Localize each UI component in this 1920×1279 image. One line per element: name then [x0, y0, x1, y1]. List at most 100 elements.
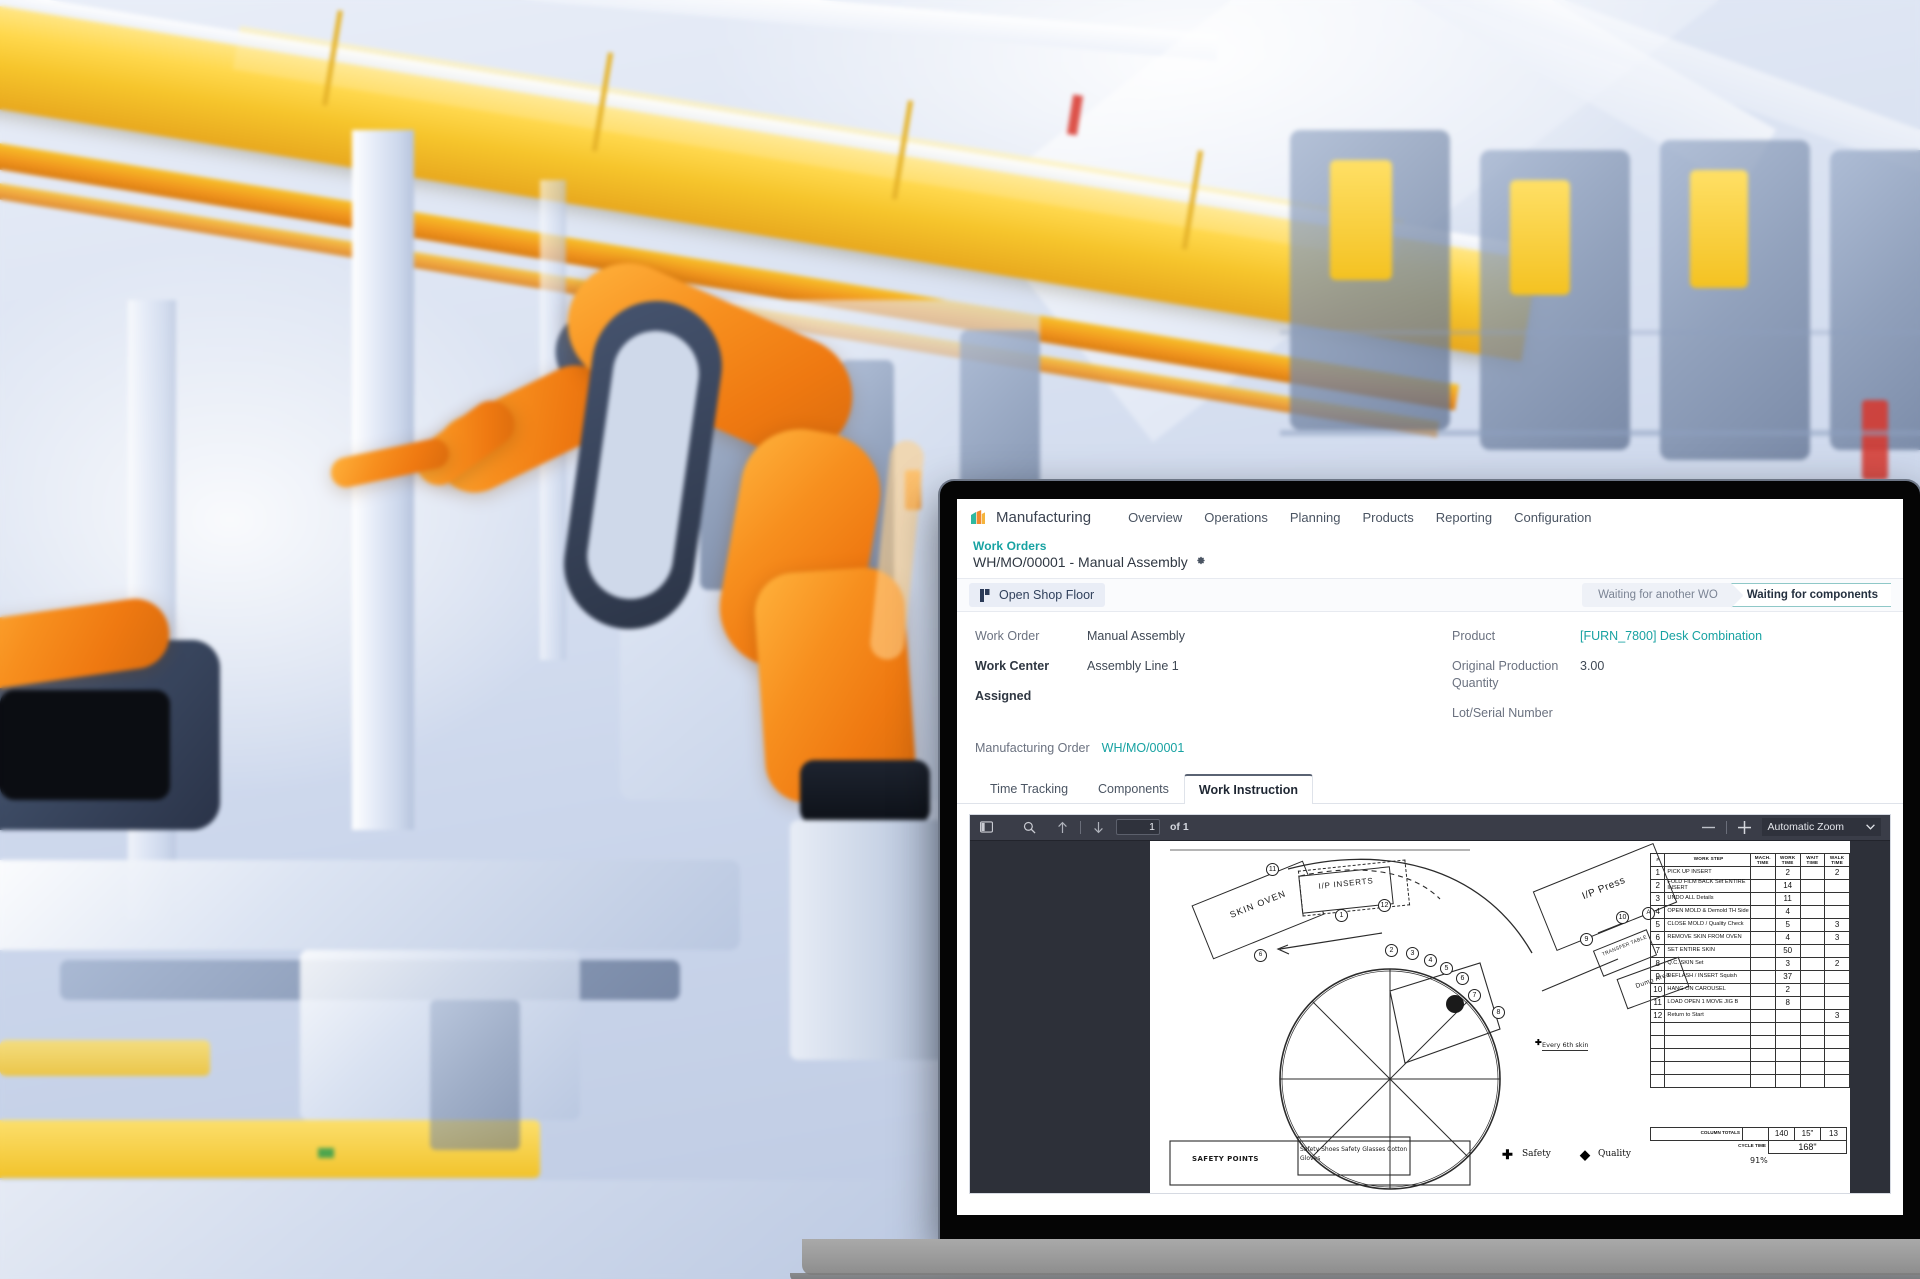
nav-item-configuration[interactable]: Configuration [1503, 506, 1602, 529]
cell-step-description: LOAD OPEN 1 MOVE JIG B [1664, 995, 1751, 1010]
sidebar-toggle-icon[interactable] [979, 820, 994, 835]
status-step-waiting-components[interactable]: Waiting for components [1730, 583, 1891, 608]
pdf-toolbar: 1 of 1 Automatic Zoom [970, 814, 1890, 841]
table-row: 3 UNDO ALL Details 11 [1649, 891, 1850, 906]
safety-mark-annotation: ✚ [1535, 1037, 1542, 1047]
nav-item-reporting[interactable]: Reporting [1425, 506, 1503, 529]
cell-blank [1824, 1047, 1850, 1062]
cell-wait-time [1799, 930, 1826, 945]
carousel-position: 12 [1378, 898, 1391, 912]
cell-wait-time [1799, 956, 1826, 971]
cell-step-number: 9 [1649, 969, 1666, 984]
cell-step-number: 5 [1649, 917, 1666, 932]
cell-walk-time: 3 [1824, 917, 1850, 932]
field-value[interactable]: Manual Assembly [1087, 628, 1185, 645]
cell-blank [1749, 1060, 1776, 1075]
breadcrumb-parent[interactable]: Work Orders [973, 539, 1887, 553]
pdf-zoom-label: Automatic Zoom [1767, 821, 1844, 833]
table-row: 2 FOLD FILM BACK Set ENTIRE INSERT 14 [1649, 878, 1850, 893]
status-step-waiting-another-wo[interactable]: Waiting for another WO [1582, 583, 1743, 607]
gear-icon[interactable] [1195, 555, 1206, 569]
search-icon[interactable] [1022, 820, 1037, 835]
cell-walk-time: 2 [1824, 956, 1850, 971]
field-label: Manufacturing Order [975, 740, 1090, 755]
cell-walk-time: 2 [1824, 865, 1850, 880]
field-value[interactable]: 3.00 [1580, 658, 1604, 675]
field-value[interactable]: Assembly Line 1 [1087, 658, 1179, 675]
cell-wait-time [1799, 865, 1826, 880]
arrow-down-icon[interactable] [1091, 820, 1106, 835]
cell-blank [1824, 1073, 1850, 1088]
field-label: Work Center [975, 658, 1050, 673]
control-bar: Open Shop Floor Waiting for another WO W… [957, 578, 1903, 612]
field-product: Product [FURN_7800] Desk Combination [1452, 628, 1885, 645]
legend-quality-text: Quality [1598, 1148, 1631, 1159]
cell-mach-time [1749, 995, 1776, 1010]
cell-mach-time [1749, 878, 1776, 893]
carousel-position: 10 [1616, 910, 1629, 924]
pdf-page-input[interactable]: 1 [1116, 819, 1160, 835]
col-header-work-time: WORK TIME [1774, 852, 1801, 867]
carousel-position: 8 [1492, 1005, 1505, 1019]
tab-work-instruction[interactable]: Work Instruction [1183, 773, 1313, 804]
cell-work-time: 14 [1774, 878, 1801, 893]
cell-work-time: 2 [1774, 982, 1801, 997]
cell-blank [1749, 1047, 1776, 1062]
carousel-position: 7 [1468, 988, 1481, 1002]
table-header-row: # WORK STEP MACH. TIME WORK TIME WAIT TI… [1649, 852, 1850, 867]
table-row: 10 HANG ON CAROUSEL 2 [1649, 982, 1850, 997]
carousel-position: 11 [1266, 862, 1279, 876]
cell-wait-time [1799, 943, 1826, 958]
cell-step-description: DEFLASH / INSERT Squish [1664, 969, 1751, 984]
field-value[interactable]: WH/MO/00001 [1102, 741, 1185, 755]
legend-safety-mark: ✚ [1502, 1146, 1513, 1162]
app-brand[interactable]: Manufacturing [971, 509, 1091, 526]
cell-wait-time [1799, 878, 1826, 893]
table-row: 8 Q.C. SKIN Set 3 2 [1649, 956, 1850, 971]
cell-walk-time [1824, 891, 1850, 906]
field-value[interactable]: [FURN_7800] Desk Combination [1580, 628, 1762, 645]
carousel-position: 6 [1254, 948, 1267, 962]
carousel-position: 6 [1456, 971, 1469, 985]
tab-components[interactable]: Components [1083, 774, 1184, 804]
cell-step-description: CLOSE MOLD / Quality Check [1664, 917, 1751, 932]
cell-mach-time [1749, 891, 1776, 906]
nav-item-overview[interactable]: Overview [1117, 506, 1193, 529]
pdf-zoom-select[interactable]: Automatic Zoom [1761, 818, 1881, 836]
cell-step-number: 2 [1649, 878, 1666, 893]
cell-wait-time [1799, 891, 1826, 906]
cell-mach-time [1749, 865, 1776, 880]
cell-blank [1799, 1047, 1826, 1062]
toolbar-divider [1725, 820, 1727, 834]
cell-work-time: 50 [1774, 943, 1801, 958]
totals-label: COLUMN TOTALS [1650, 1126, 1743, 1141]
carousel-position: 4 [1424, 953, 1437, 967]
form-col-right: Product [FURN_7800] Desk Combination Ori… [1452, 628, 1885, 735]
field-original-production-quantity: Original Production Quantity 3.00 [1452, 658, 1885, 692]
cell-work-time: 37 [1774, 969, 1801, 984]
toolbar-divider [1080, 820, 1081, 834]
tab-time-tracking[interactable]: Time Tracking [975, 774, 1083, 804]
pdf-canvas[interactable]: SKIN OVEN I/P INSERTS I/P Press TRANSFER… [970, 840, 1890, 1193]
nav-item-products[interactable]: Products [1351, 506, 1424, 529]
plus-icon[interactable] [1737, 820, 1752, 835]
table-row: 11 LOAD OPEN 1 MOVE JIG B 8 [1649, 995, 1850, 1010]
totals-work: 140 [1768, 1126, 1795, 1141]
work-instruction-table: # WORK STEP MACH. TIME WORK TIME WAIT TI… [1649, 852, 1850, 1088]
cell-step-description: REMOVE SKIN FROM OVEN [1664, 930, 1751, 945]
cell-mach-time [1749, 956, 1776, 971]
breadcrumb: Work Orders WH/MO/00001 - Manual Assembl… [957, 535, 1903, 578]
cell-step-number: 4 [1649, 904, 1666, 919]
nav-item-planning[interactable]: Planning [1279, 506, 1352, 529]
cell-blank [1799, 1073, 1826, 1088]
cell-mach-time [1749, 904, 1776, 919]
legend-quality-mark: ◆ [1580, 1146, 1590, 1162]
field-label: Product [1452, 629, 1496, 643]
minus-icon[interactable] [1701, 820, 1716, 835]
open-shop-floor-button[interactable]: Open Shop Floor [969, 583, 1106, 607]
field-label: Original Production Quantity [1452, 658, 1559, 690]
nav-item-operations[interactable]: Operations [1193, 506, 1279, 529]
cell-blank [1824, 1021, 1850, 1036]
arrow-up-icon[interactable] [1055, 820, 1070, 835]
laptop-base [802, 1239, 1920, 1275]
